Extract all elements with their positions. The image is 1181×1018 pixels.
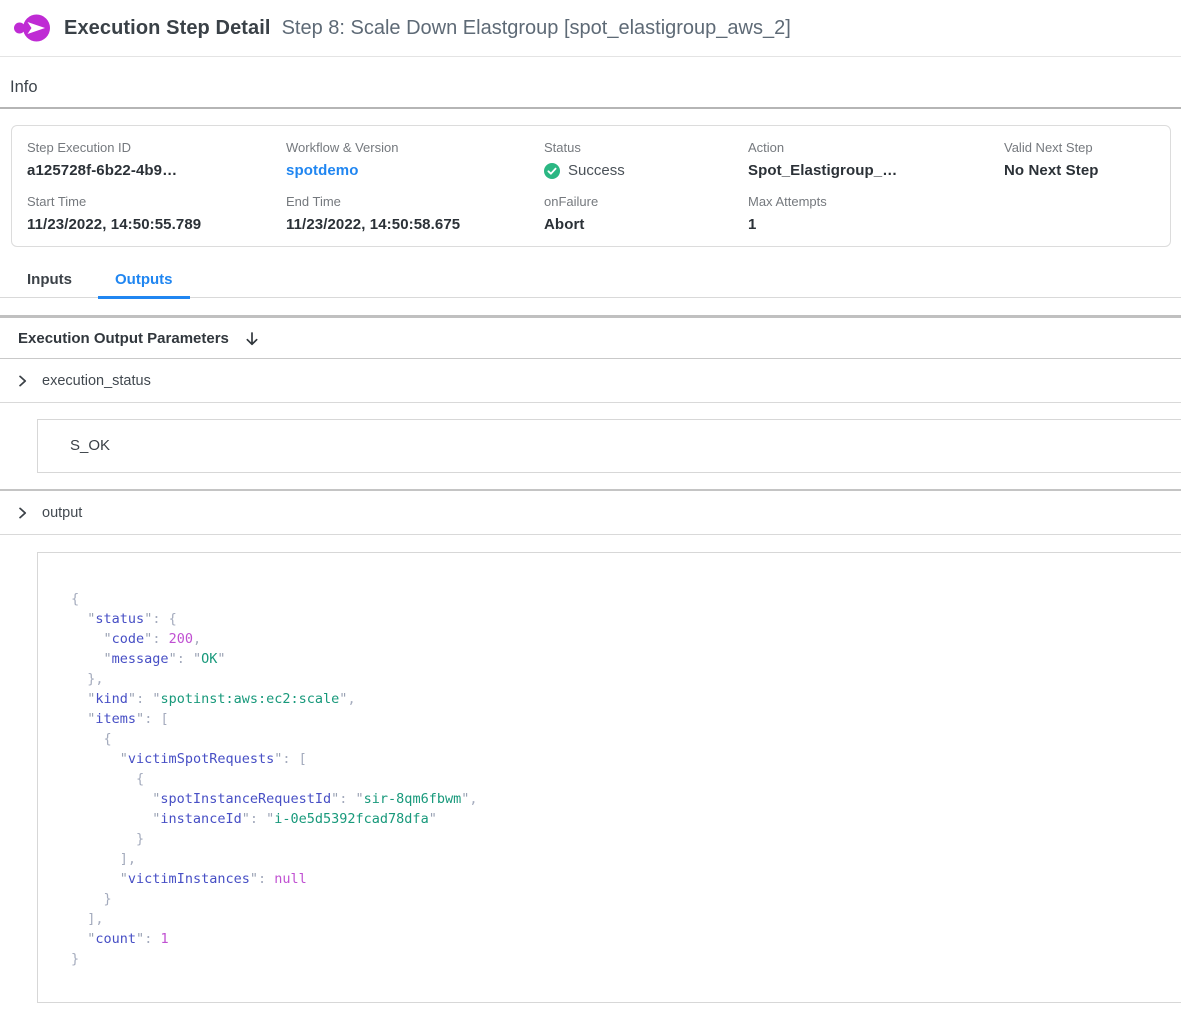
status-text: Success <box>568 162 625 179</box>
field-end-time: End Time 11/23/2022, 14:50:58.675 <box>286 179 544 233</box>
execution-output-parameters-label: Execution Output Parameters <box>18 330 229 348</box>
field-value: No Next Step <box>1004 162 1170 179</box>
field-max-attempts: Max Attempts 1 <box>748 179 1004 233</box>
execution-status-value-box: S_OK <box>37 419 1181 473</box>
check-circle-icon <box>544 163 560 179</box>
expander-execution-status[interactable]: execution_status <box>0 359 1181 403</box>
field-label: End Time <box>286 194 544 209</box>
arrow-down-icon[interactable] <box>244 331 260 347</box>
field-label: Valid Next Step <box>1004 140 1170 155</box>
field-onfailure: onFailure Abort <box>544 179 748 233</box>
chevron-right-icon <box>16 374 29 388</box>
tab-bar: Inputs Outputs <box>0 267 1181 298</box>
workflow-link[interactable]: spotdemo <box>286 162 544 179</box>
expander-output[interactable]: output <box>0 491 1181 535</box>
field-start-time: Start Time 11/23/2022, 14:50:55.789 <box>27 179 286 233</box>
field-label: Start Time <box>27 194 286 209</box>
chevron-right-icon <box>16 506 29 520</box>
field-step-execution-id: Step Execution ID a125728f-6b22-4b9… <box>27 140 286 179</box>
tab-outputs[interactable]: Outputs <box>98 267 190 297</box>
workflow-logo-icon <box>14 12 51 44</box>
info-section-heading: Info <box>10 78 1181 97</box>
field-value: Abort <box>544 216 748 233</box>
field-status: Status Success <box>544 140 748 179</box>
execution-output-parameters-header: Execution Output Parameters <box>0 318 1181 359</box>
field-value: a125728f-6b22-4b9… <box>27 162 286 179</box>
field-value: 11/23/2022, 14:50:55.789 <box>27 216 286 233</box>
field-valid-next-step: Valid Next Step No Next Step <box>1004 140 1170 179</box>
tab-inputs[interactable]: Inputs <box>10 267 89 297</box>
page-header: Execution Step Detail Step 8: Scale Down… <box>0 0 1181 57</box>
field-label: Action <box>748 140 1004 155</box>
divider <box>0 107 1181 109</box>
field-value: 1 <box>748 216 1004 233</box>
execution-status-value: S_OK <box>70 437 110 454</box>
step-info-card: Step Execution ID a125728f-6b22-4b9… Wor… <box>11 125 1171 247</box>
page-title: Execution Step Detail <box>64 17 271 40</box>
field-label: Step Execution ID <box>27 140 286 155</box>
page-subtitle: Step 8: Scale Down Elastgroup [spot_elas… <box>282 17 791 40</box>
output-json-box: { "status": { "code": 200, "message": "O… <box>37 552 1181 1003</box>
status-badge: Success <box>544 162 748 179</box>
field-value: Spot_Elastigroup_… <box>748 162 1004 179</box>
field-label: Workflow & Version <box>286 140 544 155</box>
field-action: Action Spot_Elastigroup_… <box>748 140 1004 179</box>
field-value: 11/23/2022, 14:50:58.675 <box>286 216 544 233</box>
field-label: Status <box>544 140 748 155</box>
param-name: execution_status <box>42 372 151 390</box>
field-label: onFailure <box>544 194 748 209</box>
field-workflow-version: Workflow & Version spotdemo <box>286 140 544 179</box>
output-json-code: { "status": { "code": 200, "message": "O… <box>71 589 1181 969</box>
param-name: output <box>42 504 82 522</box>
field-label: Max Attempts <box>748 194 1004 209</box>
